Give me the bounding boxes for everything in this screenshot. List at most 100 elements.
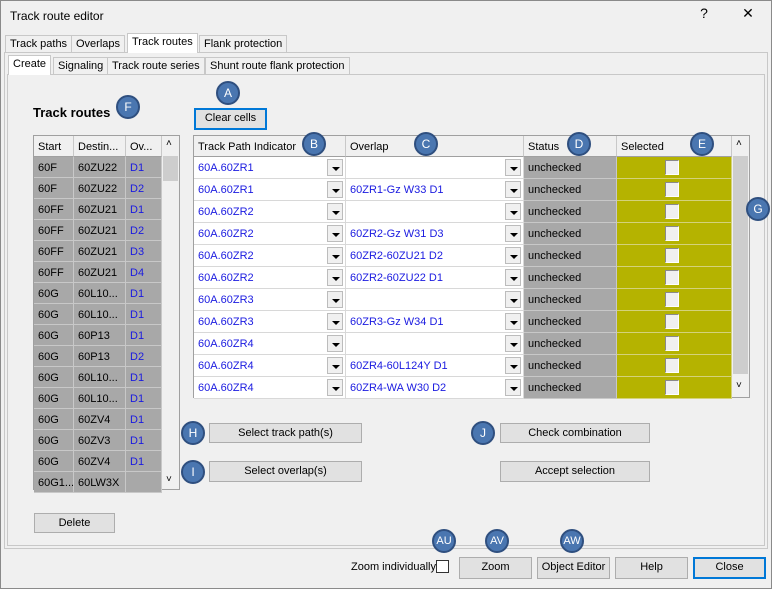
route-overlap-cell[interactable]: D2 bbox=[126, 346, 162, 367]
track-path-indicator-cell[interactable]: 60A.60ZR4 bbox=[194, 355, 346, 377]
column-header-overlap[interactable]: Ov... bbox=[126, 136, 162, 157]
column-header-selected[interactable]: Selected bbox=[617, 136, 732, 157]
column-header-start[interactable]: Start bbox=[34, 136, 74, 157]
dropdown-arrow-icon[interactable] bbox=[327, 313, 343, 330]
dropdown-arrow-icon[interactable] bbox=[327, 203, 343, 220]
dropdown-arrow-icon[interactable] bbox=[505, 159, 521, 176]
route-start-cell[interactable]: 60G bbox=[34, 367, 74, 388]
route-start-cell[interactable]: 60G bbox=[34, 346, 74, 367]
track-routes-scrollbar[interactable]: ˄ ˅ bbox=[162, 136, 179, 489]
route-start-cell[interactable]: 60FF bbox=[34, 199, 74, 220]
route-overlap-cell[interactable]: D1 bbox=[126, 430, 162, 451]
route-start-cell[interactable]: 60G1... bbox=[34, 472, 74, 493]
route-destination-cell[interactable]: 60L10... bbox=[74, 388, 126, 409]
clear-cells-button[interactable]: Clear cells bbox=[194, 108, 267, 130]
selected-checkbox[interactable] bbox=[665, 160, 679, 175]
track-path-indicator-cell[interactable]: 60A.60ZR2 bbox=[194, 223, 346, 245]
selected-checkbox[interactable] bbox=[665, 314, 679, 329]
selected-cell[interactable] bbox=[617, 201, 732, 223]
subtab-create[interactable]: Create bbox=[8, 55, 52, 75]
selected-cell[interactable] bbox=[617, 157, 732, 179]
overlap-cell[interactable]: 60ZR4-60L124Y D1 bbox=[346, 355, 524, 377]
route-start-cell[interactable]: 60F bbox=[34, 157, 74, 178]
track-path-indicator-cell[interactable]: 60A.60ZR2 bbox=[194, 245, 346, 267]
selected-checkbox[interactable] bbox=[665, 336, 679, 351]
route-destination-cell[interactable]: 60P13 bbox=[74, 346, 126, 367]
track-path-indicator-cell[interactable]: 60A.60ZR4 bbox=[194, 333, 346, 355]
overlap-cell[interactable] bbox=[346, 157, 524, 179]
track-routes-grid[interactable]: Start Destin... Ov... ˄ ˅ 60F 60ZU22 D1 60F… bbox=[33, 135, 180, 493]
route-overlap-cell[interactable]: D1 bbox=[126, 367, 162, 388]
scroll-down-icon[interactable]: ˅ bbox=[736, 380, 742, 391]
selected-checkbox[interactable] bbox=[665, 292, 679, 307]
dropdown-arrow-icon[interactable] bbox=[505, 335, 521, 352]
overlap-cell[interactable]: 60ZR2-60ZU22 D1 bbox=[346, 267, 524, 289]
route-overlap-cell[interactable]: D1 bbox=[126, 451, 162, 472]
route-start-cell[interactable]: 60FF bbox=[34, 220, 74, 241]
route-overlap-cell[interactable] bbox=[126, 472, 162, 493]
help-title-button[interactable]: ? bbox=[689, 5, 719, 21]
overlap-cell[interactable]: 60ZR2-60ZU21 D2 bbox=[346, 245, 524, 267]
zoom-button[interactable]: Zoom bbox=[459, 557, 532, 579]
dropdown-arrow-icon[interactable] bbox=[505, 379, 521, 396]
route-start-cell[interactable]: 60FF bbox=[34, 241, 74, 262]
selected-checkbox[interactable] bbox=[665, 358, 679, 373]
selected-cell[interactable] bbox=[617, 289, 732, 311]
selected-cell[interactable] bbox=[617, 179, 732, 201]
scroll-thumb[interactable] bbox=[733, 156, 748, 374]
tab-flank-protection[interactable]: Flank protection bbox=[199, 35, 288, 53]
track-path-indicator-cell[interactable]: 60A.60ZR3 bbox=[194, 311, 346, 333]
route-destination-cell[interactable]: 60L10... bbox=[74, 304, 126, 325]
subtab-signaling[interactable]: Signaling bbox=[53, 57, 109, 75]
overlap-cell[interactable] bbox=[346, 289, 524, 311]
route-destination-cell[interactable]: 60P13 bbox=[74, 325, 126, 346]
tab-overlaps[interactable]: Overlaps bbox=[71, 35, 126, 53]
close-title-button[interactable]: ✕ bbox=[733, 5, 763, 22]
check-combination-button[interactable]: Check combination bbox=[500, 423, 650, 443]
route-start-cell[interactable]: 60F bbox=[34, 178, 74, 199]
dropdown-arrow-icon[interactable] bbox=[327, 225, 343, 242]
route-destination-cell[interactable]: 60ZV3 bbox=[74, 430, 126, 451]
overlap-cell[interactable] bbox=[346, 201, 524, 223]
dropdown-arrow-icon[interactable] bbox=[327, 247, 343, 264]
subtab-track-route-series[interactable]: Track route series bbox=[107, 57, 205, 75]
dropdown-arrow-icon[interactable] bbox=[327, 335, 343, 352]
combination-scrollbar[interactable]: ˄ ˅ bbox=[732, 136, 749, 397]
column-header-destination[interactable]: Destin... bbox=[74, 136, 126, 157]
scroll-up-icon[interactable]: ˄ bbox=[736, 138, 742, 149]
route-overlap-cell[interactable]: D1 bbox=[126, 304, 162, 325]
scroll-down-icon[interactable]: ˅ bbox=[166, 474, 172, 485]
selected-cell[interactable] bbox=[617, 377, 732, 399]
zoom-individually-checkbox[interactable] bbox=[436, 560, 449, 573]
route-start-cell[interactable]: 60G bbox=[34, 409, 74, 430]
dropdown-arrow-icon[interactable] bbox=[505, 357, 521, 374]
route-overlap-cell[interactable]: D2 bbox=[126, 220, 162, 241]
subtab-shunt-route-flank-protection[interactable]: Shunt route flank protection bbox=[205, 57, 350, 75]
dropdown-arrow-icon[interactable] bbox=[327, 181, 343, 198]
overlap-cell[interactable]: 60ZR3-Gz W34 D1 bbox=[346, 311, 524, 333]
track-path-indicator-cell[interactable]: 60A.60ZR2 bbox=[194, 267, 346, 289]
dropdown-arrow-icon[interactable] bbox=[505, 313, 521, 330]
track-path-indicator-cell[interactable]: 60A.60ZR1 bbox=[194, 179, 346, 201]
route-start-cell[interactable]: 60G bbox=[34, 325, 74, 346]
overlap-cell[interactable]: 60ZR2-Gz W31 D3 bbox=[346, 223, 524, 245]
dropdown-arrow-icon[interactable] bbox=[327, 269, 343, 286]
dropdown-arrow-icon[interactable] bbox=[505, 225, 521, 242]
route-destination-cell[interactable]: 60L10... bbox=[74, 283, 126, 304]
selected-checkbox[interactable] bbox=[665, 226, 679, 241]
route-destination-cell[interactable]: 60ZU21 bbox=[74, 220, 126, 241]
route-overlap-cell[interactable]: D1 bbox=[126, 388, 162, 409]
route-overlap-cell[interactable]: D3 bbox=[126, 241, 162, 262]
route-destination-cell[interactable]: 60ZU22 bbox=[74, 157, 126, 178]
route-overlap-cell[interactable]: D4 bbox=[126, 262, 162, 283]
route-overlap-cell[interactable]: D1 bbox=[126, 283, 162, 304]
select-overlaps-button[interactable]: Select overlap(s) bbox=[209, 461, 362, 482]
tab-track-paths[interactable]: Track paths bbox=[5, 35, 73, 53]
track-path-indicator-cell[interactable]: 60A.60ZR1 bbox=[194, 157, 346, 179]
selected-checkbox[interactable] bbox=[665, 182, 679, 197]
dropdown-arrow-icon[interactable] bbox=[505, 203, 521, 220]
object-editor-button[interactable]: Object Editor bbox=[537, 557, 610, 579]
help-button[interactable]: Help bbox=[615, 557, 688, 579]
route-destination-cell[interactable]: 60ZU21 bbox=[74, 241, 126, 262]
route-start-cell[interactable]: 60FF bbox=[34, 262, 74, 283]
